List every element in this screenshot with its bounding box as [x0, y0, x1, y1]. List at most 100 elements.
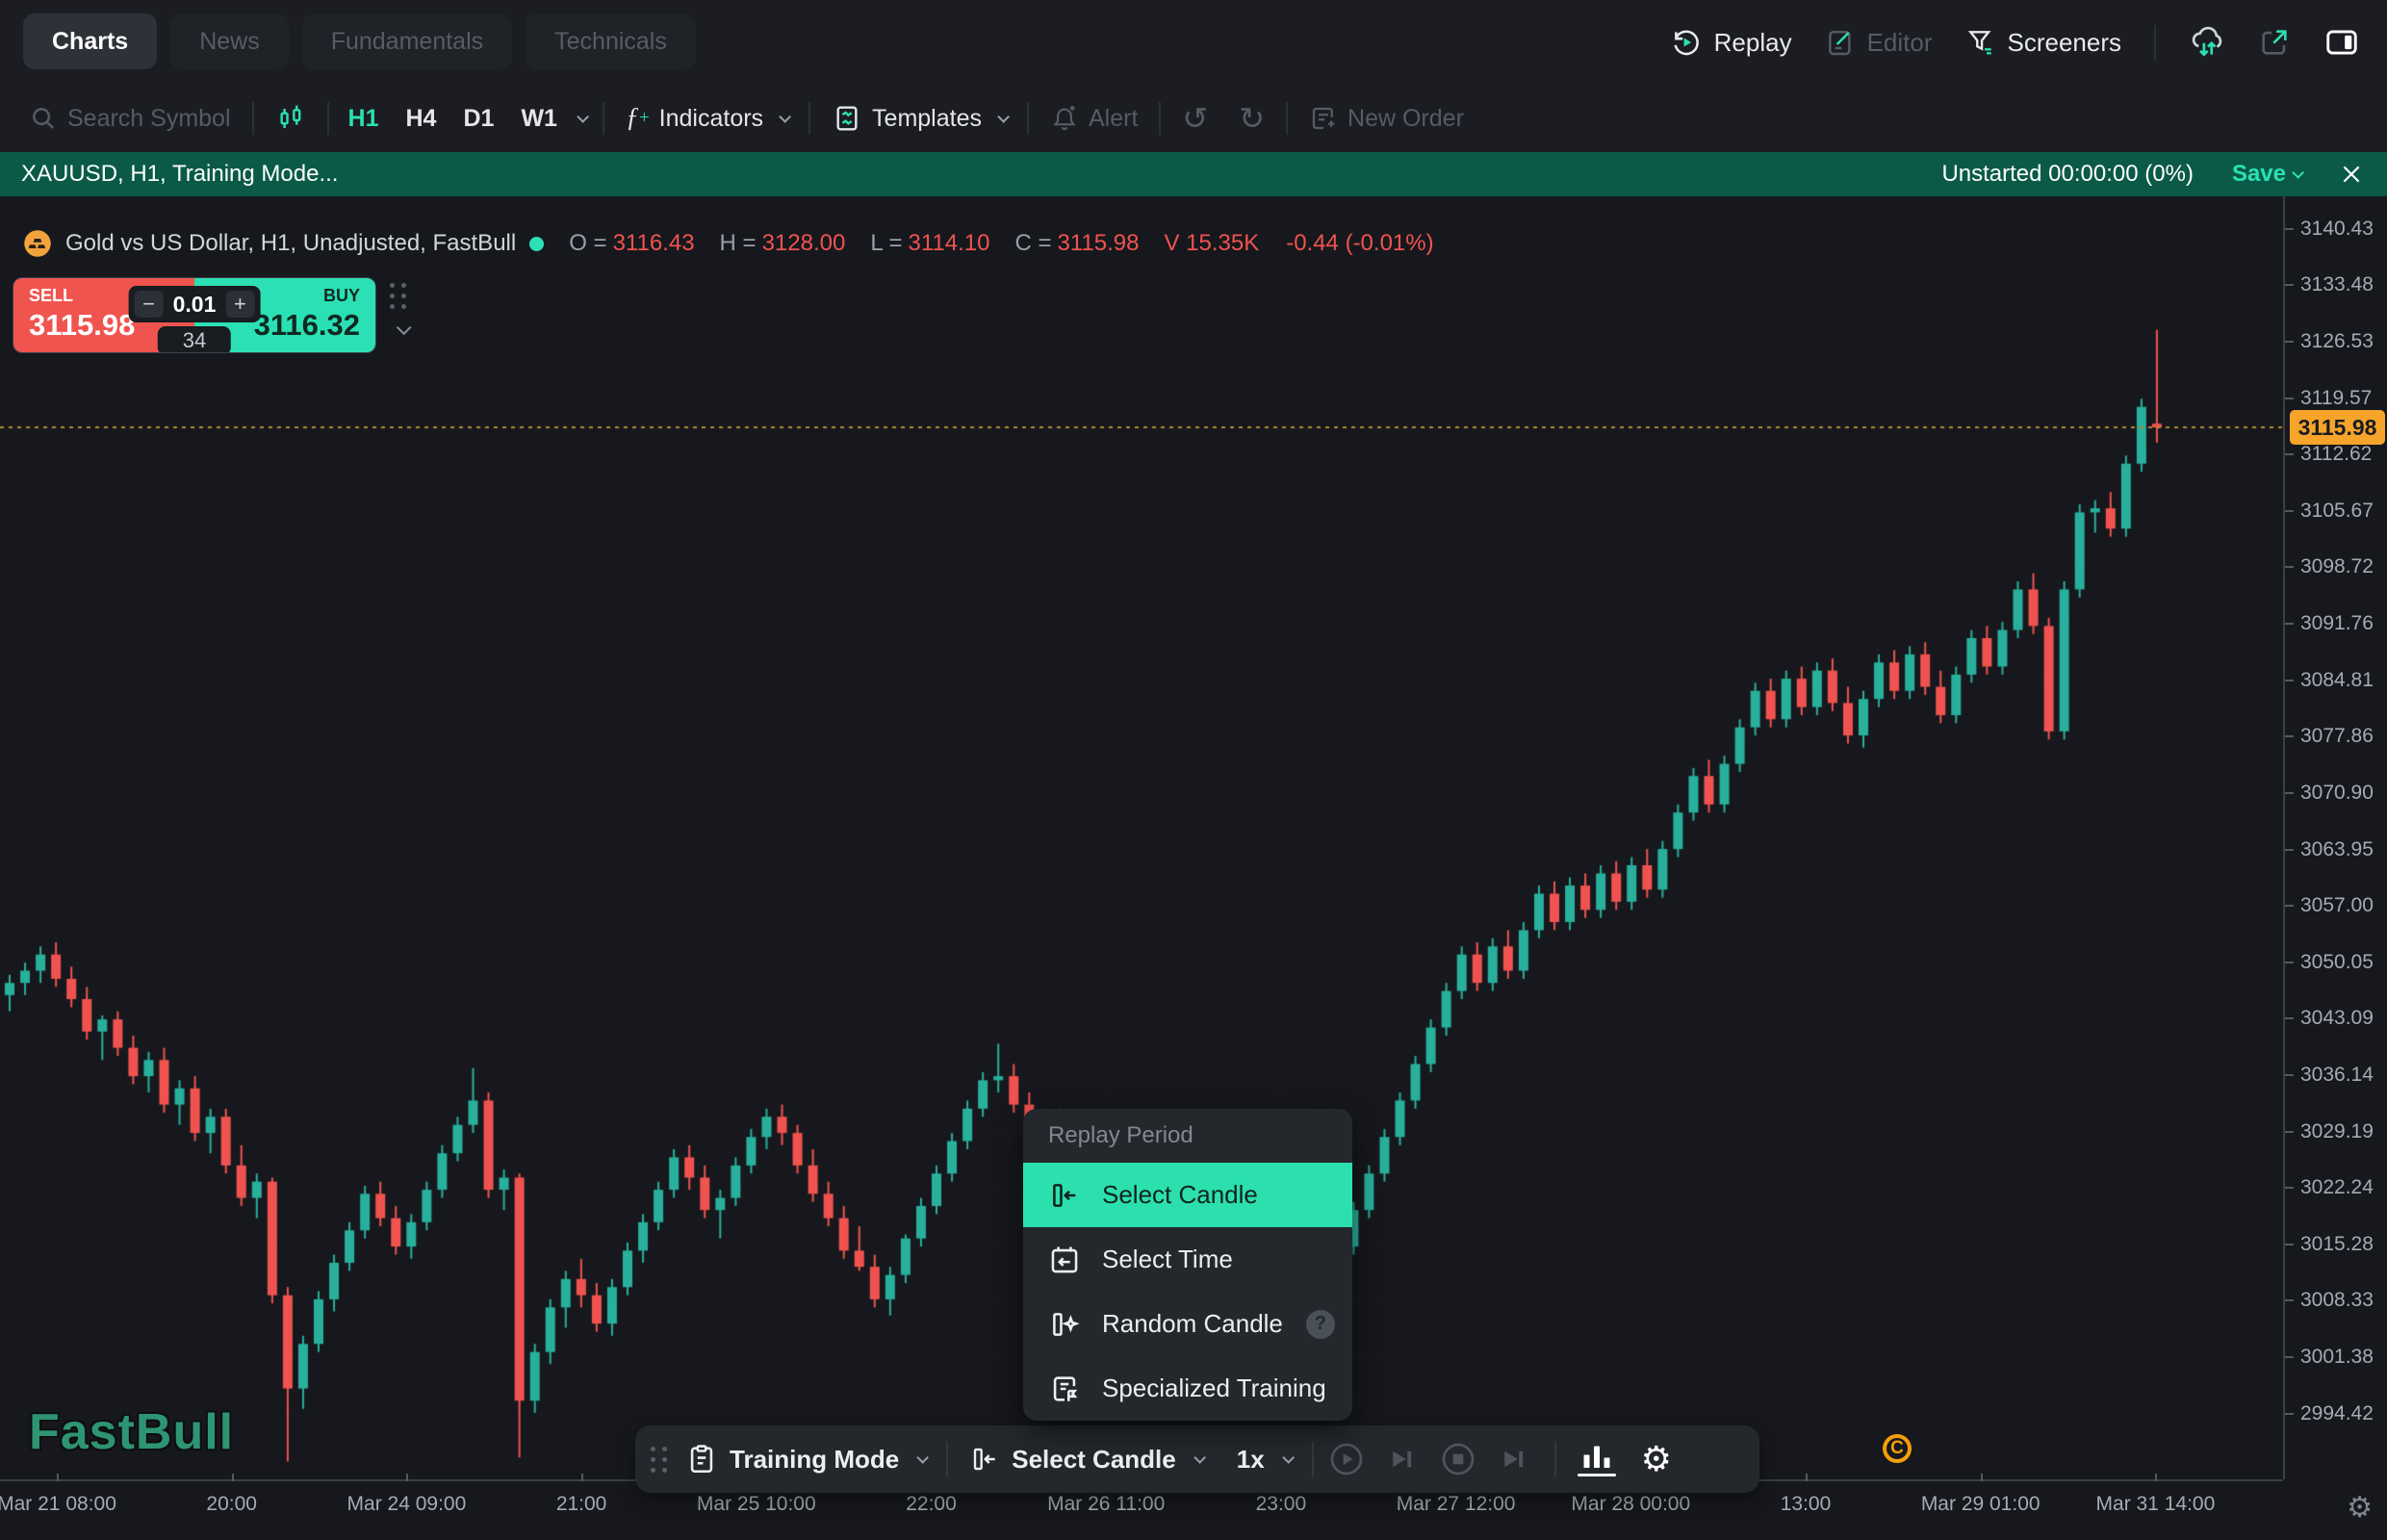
chart-legend: Gold vs US Dollar, H1, Unadjusted, FastB… — [23, 229, 1434, 258]
price-tick-dash — [2285, 1131, 2294, 1133]
time-tick-label: Mar 27 12:00 — [1397, 1493, 1516, 1516]
price-tick-label: 3008.33 — [2300, 1289, 2374, 1312]
playbar-drag-handle[interactable] — [651, 1447, 668, 1473]
stop-button[interactable] — [1439, 1440, 1477, 1478]
help-icon[interactable]: ? — [1306, 1310, 1335, 1339]
price-tick-dash — [2285, 284, 2294, 286]
open-value: 3116.43 — [613, 230, 695, 256]
price-tick-label: 3036.14 — [2300, 1064, 2374, 1087]
price-tick-dash — [2285, 228, 2294, 230]
price-tick-label: 3029.19 — [2300, 1120, 2374, 1143]
time-tick-label: Mar 31 14:00 — [2096, 1493, 2216, 1516]
price-tick-dash — [2285, 962, 2294, 963]
time-tick-label: Mar 24 09:00 — [347, 1493, 467, 1516]
select-candle-icon — [969, 1444, 1000, 1475]
legend-title[interactable]: Gold vs US Dollar, H1, Unadjusted, FastB… — [65, 230, 516, 257]
menu-item-random-candle[interactable]: Random Candle ? — [1023, 1292, 1352, 1356]
price-tick-label: 3091.76 — [2300, 612, 2374, 635]
price-tick-dash — [2285, 510, 2294, 512]
price-tick-label: 3126.53 — [2300, 330, 2374, 353]
gold-coin-icon — [23, 229, 52, 258]
qty-increase-button[interactable]: + — [225, 291, 254, 318]
price-tick-dash — [2285, 1187, 2294, 1189]
price-tick-dash — [2285, 735, 2294, 737]
price-tick-dash — [2285, 905, 2294, 907]
price-axis[interactable]: 3140.433133.483126.533119.573112.623105.… — [2283, 196, 2387, 1479]
price-tick-label: 3057.00 — [2300, 894, 2374, 917]
price-tick-label: 3063.95 — [2300, 838, 2374, 861]
time-tick-label: Mar 25 10:00 — [697, 1493, 816, 1516]
low-value: 3114.10 — [908, 230, 989, 256]
price-tick-dash — [2285, 1413, 2294, 1415]
menu-item-select-candle[interactable]: Select Candle — [1023, 1163, 1352, 1227]
volume-value: V 15.35K — [1164, 230, 1259, 256]
price-tick-label: 3070.90 — [2300, 782, 2374, 805]
play-button[interactable] — [1327, 1440, 1366, 1478]
status-dot — [529, 237, 544, 251]
price-tick-dash — [2285, 1299, 2294, 1301]
price-tick-label: 3001.38 — [2300, 1346, 2374, 1369]
select-time-icon — [1048, 1244, 1081, 1276]
time-tick-dash — [2155, 1474, 2157, 1481]
price-tick-label: 2994.42 — [2300, 1402, 2374, 1425]
time-tick-label: Mar 21 08:00 — [0, 1493, 116, 1516]
time-tick-label: 22:00 — [906, 1493, 957, 1516]
speed-dropdown[interactable]: 1x — [1237, 1445, 1291, 1475]
price-tick-label: 3077.86 — [2300, 725, 2374, 748]
drag-handle[interactable] — [390, 283, 407, 309]
price-tick-label: 3112.62 — [2300, 443, 2372, 466]
bars-icon — [1578, 1442, 1615, 1471]
fastbull-logo: FastBull — [29, 1403, 234, 1461]
price-tick-dash — [2285, 453, 2294, 455]
menu-item-select-time[interactable]: Select Time — [1023, 1227, 1352, 1292]
low-label: L = — [870, 230, 902, 256]
time-tick-label: 23:00 — [1256, 1493, 1307, 1516]
time-tick-dash — [1981, 1474, 1983, 1481]
random-candle-icon — [1048, 1308, 1081, 1341]
price-tick-label: 3084.81 — [2300, 669, 2374, 692]
copyright-badge[interactable]: C — [1883, 1434, 1912, 1463]
qty-decrease-button[interactable]: − — [135, 291, 164, 318]
price-tick-dash — [2285, 1356, 2294, 1358]
price-tick-label: 3098.72 — [2300, 555, 2374, 578]
current-price-label: 3115.98 — [2290, 410, 2385, 445]
axis-settings-gear-icon[interactable]: ⚙ — [2347, 1491, 2373, 1525]
chart-panel-toggle[interactable] — [1578, 1442, 1616, 1476]
high-label: H = — [720, 230, 757, 256]
change-value: -0.44 (-0.01%) — [1286, 230, 1433, 257]
step-forward-button[interactable] — [1385, 1442, 1420, 1476]
price-tick-dash — [2285, 1244, 2294, 1245]
menu-item-specialized-training[interactable]: Specialized Training — [1023, 1356, 1352, 1421]
clipboard-icon — [685, 1443, 718, 1476]
time-tick-dash — [232, 1474, 234, 1481]
time-tick-dash — [57, 1474, 59, 1481]
divider — [1312, 1442, 1314, 1476]
specialized-training-icon — [1048, 1373, 1081, 1405]
qty-value[interactable]: 0.01 — [173, 292, 217, 318]
price-tick-dash — [2285, 566, 2294, 568]
time-tick-label: 13:00 — [1781, 1493, 1832, 1516]
quantity-stepper: − 0.01 + — [129, 286, 261, 322]
price-tick-label: 3022.24 — [2300, 1176, 2374, 1199]
high-value: 3128.00 — [762, 230, 846, 256]
close-value: 3115.98 — [1057, 230, 1139, 256]
price-tick-label: 3050.05 — [2300, 951, 2374, 974]
price-tick-label: 3133.48 — [2300, 273, 2374, 296]
select-candle-dropdown[interactable]: Select Candle — [969, 1444, 1202, 1475]
time-tick-label: 21:00 — [556, 1493, 607, 1516]
divider — [1554, 1442, 1556, 1476]
price-tick-label: 3140.43 — [2300, 218, 2374, 241]
order-ticket-widget: SELL 3115.98 BUY 3116.32 − 0.01 + 34 — [13, 277, 376, 353]
price-tick-label: 3015.28 — [2300, 1233, 2374, 1256]
time-tick-dash — [1806, 1474, 1808, 1481]
skip-to-end-button[interactable] — [1497, 1442, 1531, 1476]
price-tick-dash — [2285, 792, 2294, 794]
open-label: O = — [569, 230, 606, 256]
replay-settings-gear-icon[interactable]: ⚙ — [1641, 1439, 1672, 1479]
time-tick-dash — [581, 1474, 583, 1481]
training-mode-dropdown[interactable]: Training Mode — [685, 1443, 925, 1476]
time-tick-label: 20:00 — [206, 1493, 257, 1516]
time-tick-label: Mar 26 11:00 — [1047, 1493, 1165, 1516]
price-tick-dash — [2285, 680, 2294, 681]
time-tick-label: Mar 28 00:00 — [1571, 1493, 1690, 1516]
